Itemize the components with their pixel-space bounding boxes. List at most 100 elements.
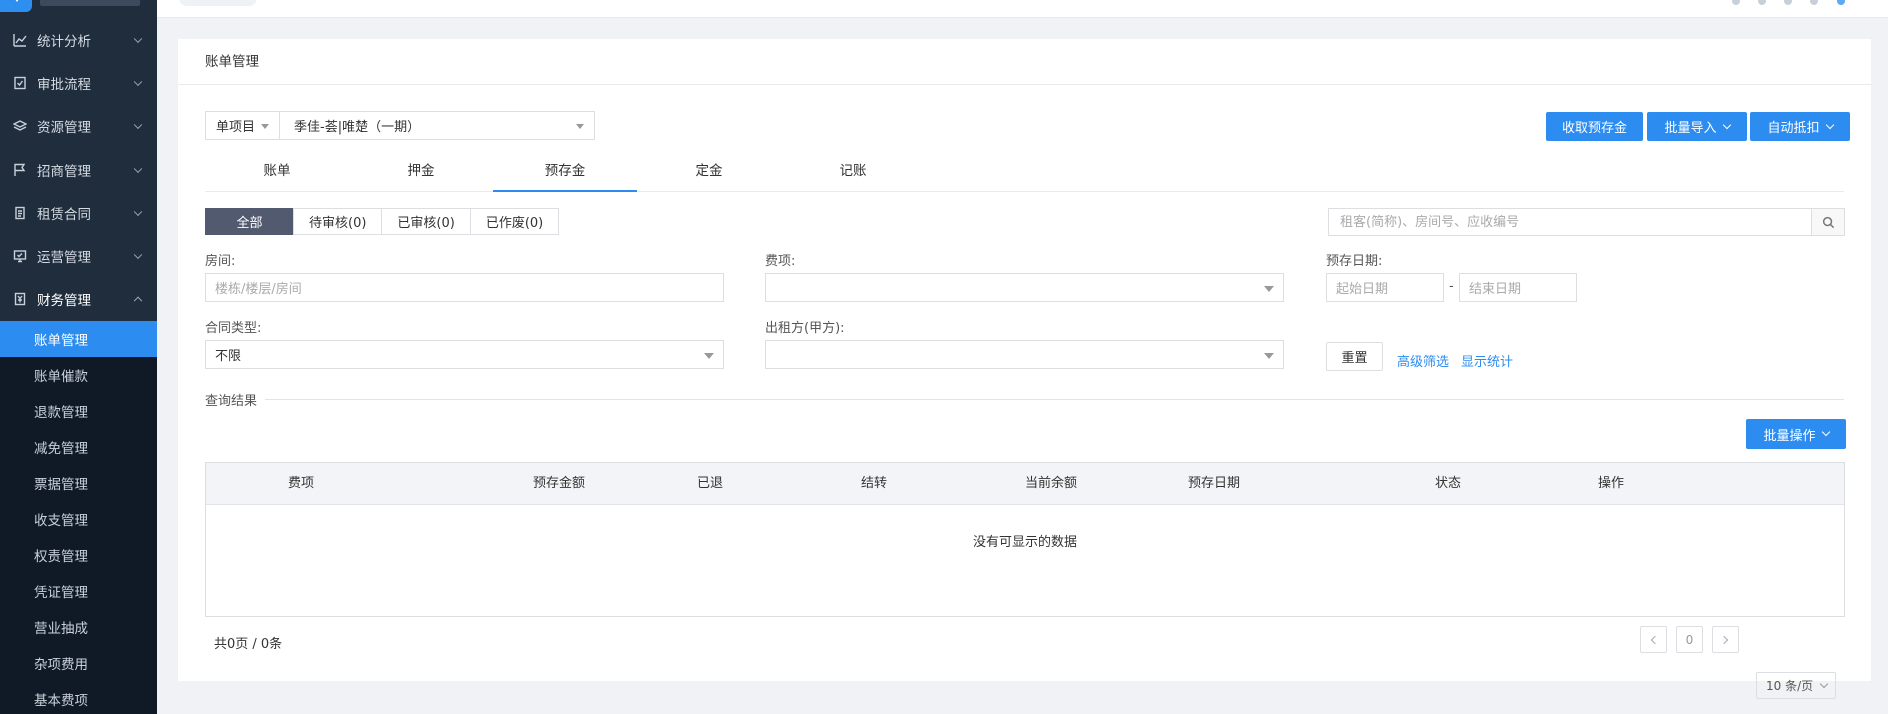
tab-prepayment[interactable]: 预存金 [493,151,637,192]
dropdown-arrow-icon [261,124,269,129]
sidebar-group-stats[interactable]: 统计分析 [0,18,157,61]
logo [0,0,157,18]
chevron-up-icon [133,296,143,306]
batch-import-button[interactable]: 批量导入 [1647,112,1747,141]
top-bar [157,0,1888,18]
project-select[interactable]: 季佳-荟|唯楚（一期） [280,112,594,139]
next-page-button[interactable] [1712,626,1739,653]
tab-deposit[interactable]: 押金 [349,151,493,191]
dropdown-arrow-icon [704,353,714,359]
table-header: 费项 预存金额 已退 结转 当前余额 预存日期 状态 操作 [206,463,1844,505]
message-icon[interactable] [1758,0,1767,5]
fee-select[interactable] [765,273,1284,302]
search-icon [1822,216,1834,228]
sidebar-item-accrual[interactable]: 权责管理 [0,537,157,573]
col-prepay-amount[interactable]: 预存金额 [533,463,585,505]
sidebar-group-finance[interactable]: 财务管理 [0,278,157,321]
col-balance[interactable]: 当前余额 [1025,463,1077,505]
settings-icon[interactable] [1810,0,1819,5]
chevron-down-icon [133,34,143,43]
scope-select[interactable]: 单项目 [206,112,280,139]
col-carryover[interactable]: 结转 [861,463,887,505]
sidebar-group-contracts[interactable]: 租赁合同 [0,191,157,234]
prepay-date-label: 预存日期: [1326,254,1383,269]
prepayment-table: 费项 预存金额 已退 结转 当前余额 预存日期 状态 操作 没有可显示的数据 [205,462,1845,617]
lessor-select[interactable] [765,340,1284,369]
chevron-down-icon [133,77,143,86]
page-title: 账单管理 [178,39,1871,85]
tab-earnest[interactable]: 定金 [637,151,781,191]
chevron-down-icon [133,250,143,260]
search-box [1328,208,1845,236]
end-date-input[interactable]: 结束日期 [1459,273,1577,302]
chevron-down-icon [133,120,143,130]
chevron-down-icon [1819,679,1829,689]
reset-button[interactable]: 重置 [1326,342,1383,371]
col-prepay-date[interactable]: 预存日期 [1188,463,1240,505]
batch-ops-button[interactable]: 批量操作 [1746,419,1846,449]
sidebar-group-operations[interactable]: 运营管理 [0,234,157,277]
tab-bookkeeping[interactable]: 记账 [781,151,925,191]
chevron-down-icon [1722,120,1731,129]
sidebar-item-basic-fees[interactable]: 基本费项 [0,681,157,714]
help-icon[interactable] [1784,0,1793,5]
status-all-button[interactable]: 全部 [205,208,294,235]
empty-message: 没有可显示的数据 [972,534,1077,550]
user-icon[interactable] [1732,0,1740,5]
page-number[interactable]: 0 [1676,626,1703,653]
dropdown-arrow-icon [576,124,584,129]
sidebar-group-approval[interactable]: 审批流程 [0,61,157,104]
status-pending-button[interactable]: 待审核(0) [293,208,383,235]
top-tab-pill[interactable] [179,0,257,6]
contract-type-label: 合同类型: [205,321,262,336]
finance-icon [13,292,27,306]
prev-page-button[interactable] [1640,626,1667,653]
col-actions: 操作 [1597,476,1625,491]
status-approved-button[interactable]: 已审核(0) [381,208,471,235]
checklist-icon [13,76,27,90]
chevron-left-icon [1650,635,1660,644]
col-fee[interactable]: 费项 [288,463,314,505]
monitor-icon [13,249,27,263]
chevron-down-icon [133,164,143,173]
show-stats-link[interactable]: 显示统计 [1461,351,1513,370]
sidebar-item-misc-fees[interactable]: 杂项费用 [0,645,157,681]
sidebar-item-bills[interactable]: 账单管理 [0,321,157,358]
auto-deduct-button[interactable]: 自动抵扣 [1750,112,1850,141]
start-date-input[interactable]: 起始日期 [1326,273,1444,302]
finance-submenu: 账单管理 账单催款 退款管理 减免管理 票据管理 收支管理 权责管理 凭证管理 … [0,321,157,714]
col-refunded[interactable]: 已退 [697,463,723,505]
sidebar-item-income-expense[interactable]: 收支管理 [0,501,157,537]
logo-icon [0,0,32,12]
chevron-down-icon [1825,120,1834,129]
status-voided-button[interactable]: 已作废(0) [469,208,560,235]
result-divider: 查询结果 [205,390,1844,409]
sidebar-item-refunds[interactable]: 退款管理 [0,393,157,429]
advanced-filter-link[interactable]: 高级筛选 [1397,351,1449,370]
dropdown-arrow-icon [1264,286,1274,292]
sidebar-group-leasing[interactable]: 招商管理 [0,148,157,191]
sidebar-group-resources[interactable]: 资源管理 [0,105,157,148]
room-input[interactable]: 楼栋/楼层/房间 [205,273,724,302]
search-input[interactable] [1329,209,1811,235]
page-size-select[interactable]: 10 条/页 [1756,672,1836,699]
chevron-down-icon [1821,427,1830,437]
flag-icon [13,163,27,177]
header-actions [1718,0,1888,6]
contract-type-select[interactable]: 不限 [205,340,724,369]
fee-label: 费项: [765,254,796,269]
sidebar-item-commission[interactable]: 营业抽成 [0,609,157,645]
chevron-right-icon [1719,635,1729,644]
sidebar-item-dunning[interactable]: 账单催款 [0,357,157,393]
sidebar-item-vouchers[interactable]: 凭证管理 [0,573,157,609]
collect-deposit-button[interactable]: 收取预存金 [1546,112,1643,141]
col-status[interactable]: 状态 [1435,463,1461,505]
room-label: 房间: [205,254,236,269]
tab-bill[interactable]: 账单 [205,151,349,191]
sidebar-item-invoices[interactable]: 票据管理 [0,465,157,501]
sidebar-item-waivers[interactable]: 减免管理 [0,429,157,465]
search-button[interactable] [1811,209,1844,235]
main-panel: 账单管理 单项目 季佳-荟|唯楚（一期） 收取预存金 批量导入 自动抵扣 账单 … [178,39,1871,699]
lessor-label: 出租方(甲方): [765,321,845,336]
avatar[interactable] [1836,0,1845,5]
